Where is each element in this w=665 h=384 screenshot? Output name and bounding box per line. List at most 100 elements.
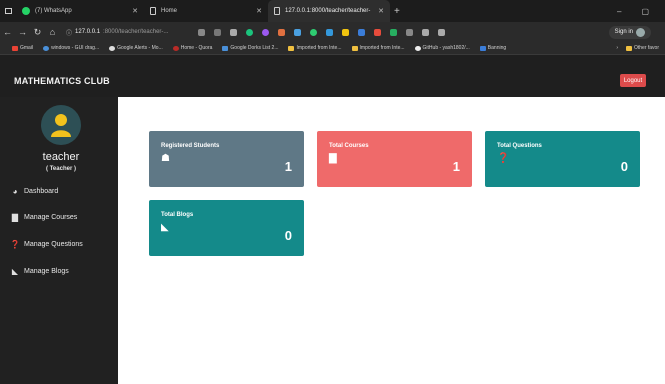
other-favorites[interactable]: Other favor xyxy=(625,45,659,51)
extension-icon[interactable] xyxy=(262,28,270,36)
bookmark-item[interactable]: Google Dorks List 2... xyxy=(222,45,278,51)
sidebar-item-questions[interactable]: ❓ Manage Questions xyxy=(10,237,83,251)
folder-icon xyxy=(625,45,632,51)
bookmark-label: Gmail xyxy=(20,45,34,51)
student-icon: ☗ xyxy=(161,153,170,164)
extension-icon[interactable] xyxy=(310,28,318,36)
site-icon xyxy=(479,45,486,51)
tab-actions-icon[interactable] xyxy=(0,0,16,22)
collections-icon[interactable] xyxy=(438,28,446,36)
back-icon[interactable]: ← xyxy=(0,27,15,37)
close-icon[interactable]: ✕ xyxy=(256,7,262,15)
bookmark-item[interactable]: Imported from Inte... xyxy=(288,45,342,51)
new-tab-icon[interactable]: + xyxy=(394,6,400,17)
info-icon: ⓘ xyxy=(66,30,73,37)
browser-tab-strip: (7) WhatsApp ✕ Home ✕ 127.0.0.1:8000/tea… xyxy=(0,0,665,22)
bookmark-item[interactable]: GitHub - yash1802/... xyxy=(414,45,470,51)
folder-icon xyxy=(351,45,358,51)
home-icon[interactable]: ⌂ xyxy=(45,27,60,37)
bookmark-label: Google Alerts - Mo... xyxy=(117,45,163,51)
extension-icon[interactable] xyxy=(246,28,254,36)
book-icon: ▇ xyxy=(329,153,337,164)
bookmark-item[interactable]: Home - Quora xyxy=(172,45,212,51)
question-icon: ❓ xyxy=(10,239,20,249)
bookmark-item[interactable]: windows - GUI drag... xyxy=(43,45,99,51)
github-icon xyxy=(414,45,421,51)
bookmarks-bar: Gmail windows - GUI drag... Google Alert… xyxy=(0,42,665,55)
url-path: :8000/teacher/teacher-... xyxy=(103,29,169,35)
bookmark-item[interactable]: Gmail xyxy=(12,45,33,51)
tab-whatsapp[interactable]: (7) WhatsApp ✕ xyxy=(16,0,144,22)
extension-icon[interactable] xyxy=(406,28,414,36)
user-icon xyxy=(51,114,71,137)
sidebar-item-label: Manage Courses xyxy=(24,213,78,221)
zoom-icon[interactable] xyxy=(214,28,222,36)
profile-icon xyxy=(636,27,645,37)
quora-icon xyxy=(172,45,179,51)
gmail-icon xyxy=(12,45,18,51)
tab-home[interactable]: Home ✕ xyxy=(144,0,268,22)
card-value: 1 xyxy=(452,159,460,174)
bookmark-label: windows - GUI drag... xyxy=(51,45,100,51)
question-icon: ❓ xyxy=(497,153,510,164)
url-host: 127.0.0.1 xyxy=(75,29,101,35)
folder-icon xyxy=(288,45,295,51)
close-icon[interactable]: ✕ xyxy=(132,7,138,15)
card-title: Total Courses xyxy=(329,143,369,149)
sidebar-item-label: Dashboard xyxy=(24,187,59,195)
stat-card-registered-students[interactable]: Registered Students ☗ 1 xyxy=(149,131,304,187)
stat-card-total-questions[interactable]: Total Questions ❓ 0 xyxy=(485,131,640,187)
favorites-icon[interactable] xyxy=(422,28,430,36)
translate-icon[interactable] xyxy=(230,28,238,36)
window-controls: – ▢ xyxy=(617,7,665,16)
close-icon[interactable]: ✕ xyxy=(378,7,384,15)
sidebar-item-dashboard[interactable]: ◕ Dashboard xyxy=(10,184,59,198)
address-toolbar: ← → ↻ ⌂ ⓘ 127.0.0.1:8000/teacher/teacher… xyxy=(0,22,665,42)
refresh-icon[interactable]: ↻ xyxy=(30,27,45,38)
minimize-icon[interactable]: – xyxy=(617,7,621,16)
read-aloud-icon[interactable] xyxy=(198,28,206,36)
tab-label: (7) WhatsApp xyxy=(35,8,72,14)
sidebar-item-label: Manage Blogs xyxy=(24,267,69,275)
extension-icon[interactable] xyxy=(358,28,366,36)
extension-icon[interactable] xyxy=(278,28,286,36)
sign-in-button[interactable]: Sign in xyxy=(608,25,651,39)
forward-icon[interactable]: → xyxy=(15,27,30,37)
avatar xyxy=(41,105,81,145)
main-content: Registered Students ☗ 1 Total Courses ▇ … xyxy=(118,97,665,384)
page-icon xyxy=(150,7,156,15)
google-icon xyxy=(109,45,116,51)
card-value: 0 xyxy=(284,228,292,243)
card-value: 1 xyxy=(284,159,292,174)
logout-button[interactable]: Logout xyxy=(620,74,646,87)
sidebar-item-blogs[interactable]: ◣ Manage Blogs xyxy=(10,264,69,278)
sidebar-item-courses[interactable]: ▇ Manage Courses xyxy=(10,210,77,224)
bookmark-label: Banning xyxy=(487,45,507,51)
stat-card-total-blogs[interactable]: Total Blogs ◣ 0 xyxy=(149,200,304,256)
extension-icon[interactable] xyxy=(390,28,398,36)
extension-icon[interactable] xyxy=(374,28,382,36)
bookmark-label: GitHub - yash1802/... xyxy=(422,45,470,51)
tab-label: Home xyxy=(161,8,178,14)
extension-icon[interactable] xyxy=(342,28,350,36)
extensions-bar xyxy=(198,28,446,36)
bookmark-label: Imported from Inte... xyxy=(359,45,405,51)
card-value: 0 xyxy=(620,159,628,174)
page-icon xyxy=(274,7,280,15)
bookmark-item[interactable]: Banning xyxy=(479,45,507,51)
extension-icon[interactable] xyxy=(326,28,334,36)
url-field[interactable]: ⓘ 127.0.0.1:8000/teacher/teacher-... xyxy=(66,28,168,37)
dashboard-icon: ◕ xyxy=(12,186,18,196)
brand-title: MATHEMATICS CLUB xyxy=(14,76,110,86)
tab-teacher-dashboard[interactable]: 127.0.0.1:8000/teacher/teacher- ✕ xyxy=(268,0,390,22)
bookmark-item[interactable]: Imported from Inte... xyxy=(351,45,405,51)
chevron-right-icon[interactable]: › xyxy=(616,45,618,51)
blog-icon: ◣ xyxy=(11,266,19,276)
bookmark-item[interactable]: Google Alerts - Mo... xyxy=(109,45,163,51)
site-icon xyxy=(43,45,50,51)
sidebar: teacher ( Teacher ) ◕ Dashboard ▇ Manage… xyxy=(0,97,118,384)
stat-card-total-courses[interactable]: Total Courses ▇ 1 xyxy=(317,131,472,187)
restore-icon[interactable]: ▢ xyxy=(641,7,649,16)
user-role: ( Teacher ) xyxy=(46,166,76,172)
extension-icon[interactable] xyxy=(294,28,302,36)
